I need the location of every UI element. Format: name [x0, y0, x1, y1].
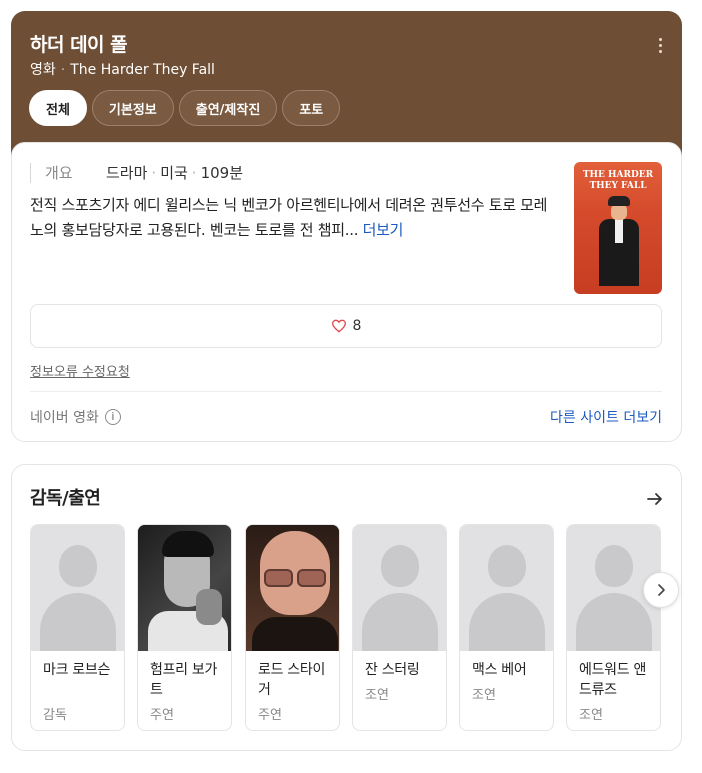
person-role: 조연	[579, 708, 603, 723]
person-placeholder-image	[31, 525, 124, 651]
person-role: 감독	[43, 708, 67, 723]
cast-section-title: 감독/출연	[30, 488, 101, 509]
movie-title: 하더 데이 폴	[30, 34, 128, 56]
cast-item[interactable]: 험프리 보가트 주연	[137, 524, 232, 731]
genre: 드라마	[106, 164, 148, 182]
separator-dot: ·	[60, 62, 66, 78]
person-name: 맥스 베어	[472, 662, 527, 678]
person-role: 조연	[365, 688, 389, 703]
divider	[30, 391, 662, 392]
tab-photo[interactable]: 포토	[282, 90, 341, 126]
poster-figure	[596, 196, 642, 286]
movie-poster[interactable]: THE HARDER THEY FALL	[574, 162, 662, 294]
source-info: 네이버 영화 i	[30, 407, 121, 427]
poster-title: THE HARDER THEY FALL	[582, 170, 654, 191]
movie-subtitle: 영화 · The Harder They Fall	[30, 59, 215, 79]
info-icon[interactable]: i	[104, 409, 121, 425]
synopsis-more-link[interactable]: 더보기	[363, 221, 404, 239]
person-name: 험프리 보가트	[150, 662, 218, 698]
report-error-link[interactable]: 정보오류 수정요청	[30, 361, 130, 380]
source-label: 네이버 영화	[30, 410, 99, 426]
runtime: 109분	[200, 164, 244, 182]
person-placeholder-image	[460, 525, 553, 651]
person-role: 조연	[472, 688, 496, 703]
tab-bar: 전체 기본정보 출연/제작진 포토	[29, 90, 341, 126]
synopsis-text: 전직 스포츠기자 에디 윌리스는 닉 벤코가 아르헨티나에서 데려온 권투선수 …	[30, 196, 548, 239]
tab-all[interactable]: 전체	[29, 90, 87, 126]
synopsis: 전직 스포츠기자 에디 윌리스는 닉 벤코가 아르헨티나에서 데려온 권투선수 …	[30, 193, 558, 243]
person-name: 로드 스타이거	[258, 662, 326, 698]
cast-item[interactable]: 마크 로브슨 감독	[30, 524, 125, 731]
person-role: 주연	[150, 708, 174, 723]
overview-meta: 드라마 · 미국 · 109분	[106, 164, 244, 182]
chevron-right-icon	[658, 584, 665, 596]
cast-item[interactable]: 에드워드 앤드류즈 조연	[566, 524, 661, 731]
cast-item[interactable]: 잔 스터링 조연	[352, 524, 447, 731]
person-name: 잔 스터링	[365, 662, 420, 678]
like-button[interactable]: 8	[30, 304, 662, 348]
more-options-icon[interactable]	[650, 34, 670, 56]
overview-label: 개요	[30, 163, 73, 183]
person-name: 에드워드 앤드류즈	[579, 662, 647, 698]
carousel-next-button[interactable]	[643, 572, 679, 608]
cast-item[interactable]: 맥스 베어 조연	[459, 524, 554, 731]
category-label: 영화	[30, 62, 56, 78]
country: 미국	[160, 164, 188, 182]
cast-item[interactable]: 로드 스타이거 주연	[245, 524, 340, 731]
person-name: 마크 로브슨	[43, 662, 111, 678]
other-sites-link[interactable]: 다른 사이트 더보기	[550, 407, 662, 427]
arrow-right-icon[interactable]	[645, 489, 665, 509]
english-title: The Harder They Fall	[70, 62, 215, 78]
like-count: 8	[352, 318, 362, 334]
person-role: 주연	[258, 708, 282, 723]
person-placeholder-image	[353, 525, 446, 651]
heart-icon	[331, 319, 346, 333]
tab-cast-crew[interactable]: 출연/제작진	[178, 90, 278, 126]
person-photo	[138, 525, 231, 651]
person-photo	[246, 525, 339, 651]
tab-basic-info[interactable]: 기본정보	[91, 90, 174, 126]
